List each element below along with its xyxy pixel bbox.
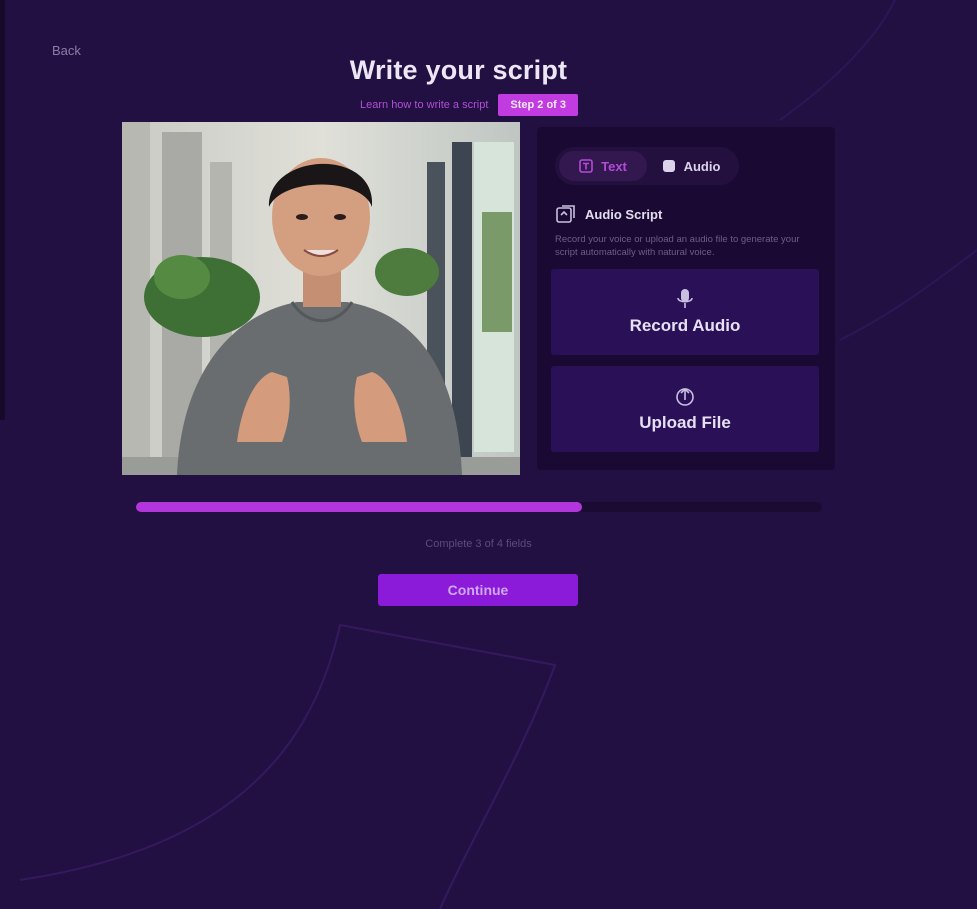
presenter-image <box>122 122 520 475</box>
progress-fill <box>136 502 582 512</box>
upload-file-label: Upload File <box>639 413 731 432</box>
video-preview[interactable] <box>122 122 520 475</box>
audio-script-icon <box>556 205 575 223</box>
mode-toggle: Text Audio <box>555 147 739 185</box>
record-audio-button[interactable]: Record Audio <box>551 269 819 355</box>
tab-text-label: Text <box>601 158 627 174</box>
text-icon <box>579 159 593 173</box>
audio-script-title: Audio Script <box>585 206 663 222</box>
audio-icon <box>662 160 675 172</box>
step-badge: Step 2 of 3 <box>498 94 579 116</box>
record-audio-label: Record Audio <box>629 316 741 335</box>
upload-file-button[interactable]: Upload File <box>551 366 819 452</box>
progress-status: Complete 3 of 4 fields <box>425 538 532 550</box>
audio-script-heading: Audio Script <box>555 203 662 225</box>
script-panel: Text Audio Audio Script Record your voic… <box>537 127 835 470</box>
page-title: Write your script <box>349 55 568 85</box>
audio-script-description: Record your voice or upload an audio fil… <box>555 234 800 258</box>
continue-button[interactable]: Continue <box>378 574 578 606</box>
help-link[interactable]: Learn how to write a script <box>360 99 488 111</box>
tab-text[interactable]: Text <box>559 151 647 181</box>
tab-audio-label: Audio <box>683 158 721 174</box>
upload-icon <box>676 387 694 406</box>
tab-audio[interactable]: Audio <box>647 151 735 181</box>
microphone-icon <box>677 289 693 308</box>
progress-bar <box>136 502 822 512</box>
subtitle-row: Learn how to write a script Step 2 of 3 <box>360 94 579 116</box>
